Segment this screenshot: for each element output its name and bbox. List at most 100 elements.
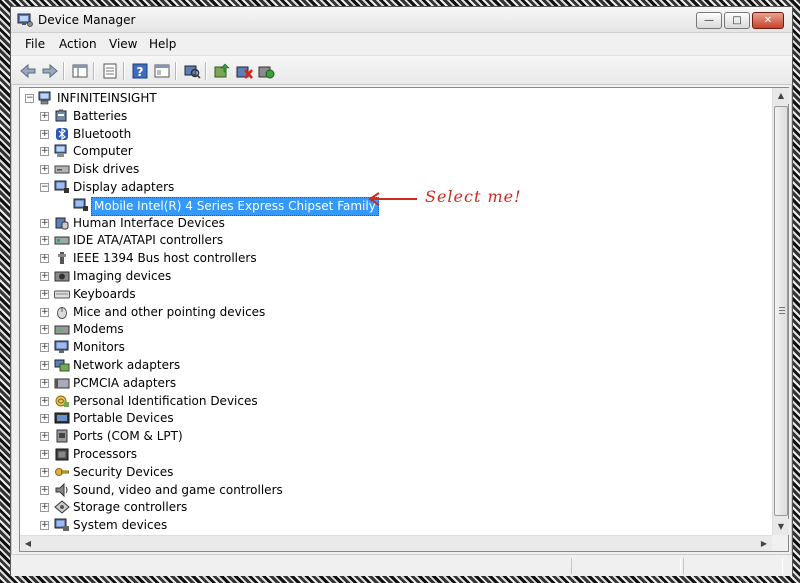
ide-controller-icon	[54, 236, 70, 245]
menu-file[interactable]: File	[25, 37, 45, 51]
tree-item-label: Batteries	[73, 109, 128, 123]
tree-item-label: Monitors	[73, 340, 125, 354]
tree-item-keyboards[interactable]: + Keyboards	[20, 286, 420, 303]
expand-icon[interactable]: +	[40, 219, 49, 228]
tree-item-processors[interactable]: + Processors	[20, 446, 420, 463]
speaker-icon	[55, 483, 68, 497]
expand-icon[interactable]: +	[40, 468, 49, 477]
expand-icon[interactable]: +	[40, 130, 49, 139]
tree-item-bluetooth[interactable]: + Bluetooth	[20, 126, 420, 143]
scroll-grip	[779, 307, 785, 314]
tree-item-network-adapters[interactable]: + Network adapters	[20, 357, 420, 374]
tree-item-label: Bluetooth	[73, 127, 132, 141]
expand-icon[interactable]: +	[40, 236, 49, 245]
modem-icon	[54, 325, 70, 335]
device-manager-window: Device Manager — □ ✕ File Action View He…	[10, 6, 793, 576]
tree-item-ports-com-lpt[interactable]: + Ports (COM & LPT)	[20, 428, 420, 445]
expand-icon[interactable]: +	[40, 503, 49, 512]
tree-item-label: Mice and other pointing devices	[73, 305, 266, 319]
expand-icon[interactable]: +	[40, 486, 49, 495]
scroll-up-icon[interactable]: ▲	[773, 88, 789, 104]
tree-item-display-adapters[interactable]: − Display adapters	[20, 179, 420, 196]
expand-icon[interactable]: +	[40, 432, 49, 441]
help-icon[interactable]: ?	[131, 62, 149, 80]
tree-root-label: INFINITEINSIGHT	[57, 91, 157, 105]
collapse-icon[interactable]: −	[25, 94, 34, 103]
expand-icon[interactable]: +	[40, 112, 49, 121]
tree-item-system-devices[interactable]: + System devices	[20, 517, 420, 534]
expand-icon[interactable]: +	[40, 147, 49, 156]
title-bar[interactable]: Device Manager — □ ✕	[11, 7, 792, 33]
menu-action[interactable]: Action	[59, 37, 97, 51]
tree-item-ide-ata-atapi-controllers[interactable]: + IDE ATA/ATAPI controllers	[20, 232, 420, 249]
tree-item-label: IEEE 1394 Bus host controllers	[73, 251, 257, 265]
expand-icon[interactable]: +	[40, 450, 49, 459]
expand-icon[interactable]: +	[40, 325, 49, 334]
tree-item-label: Security Devices	[73, 465, 174, 479]
tree-item-computer[interactable]: + Computer	[20, 143, 420, 160]
expand-icon[interactable]: +	[40, 414, 49, 423]
update-driver-icon[interactable]	[213, 62, 231, 80]
expand-icon[interactable]: +	[40, 379, 49, 388]
tree-item-modems[interactable]: + Modems	[20, 321, 420, 338]
view-icon[interactable]	[153, 62, 171, 80]
menu-help[interactable]: Help	[149, 37, 176, 51]
expand-icon[interactable]: +	[40, 290, 49, 299]
expand-icon[interactable]: +	[40, 343, 49, 352]
display-adapter-icon	[73, 198, 88, 211]
tree-item-label: Computer	[73, 144, 133, 158]
svg-text:?: ?	[137, 65, 144, 79]
expand-icon[interactable]: +	[40, 165, 49, 174]
network-adapter-icon	[54, 359, 70, 372]
expand-icon[interactable]: +	[40, 521, 49, 530]
computer-icon	[38, 91, 51, 105]
enable-device-icon[interactable]	[257, 62, 275, 80]
hid-icon	[55, 217, 69, 230]
horizontal-scrollbar[interactable]: ◀ ▶	[20, 535, 772, 551]
tree-item-monitors[interactable]: + Monitors	[20, 339, 420, 356]
properties-icon[interactable]	[101, 62, 119, 80]
show-hide-tree-icon[interactable]	[71, 62, 89, 80]
tree-item-ieee-1394-bus-host-controllers[interactable]: + IEEE 1394 Bus host controllers	[20, 250, 420, 267]
back-icon[interactable]	[19, 62, 37, 80]
display-adapter-icon	[54, 180, 69, 193]
device-tree[interactable]: − INFINITEINSIGHT + Batteries + Bluetooth + C…	[19, 87, 789, 552]
tree-item-label: Personal Identification Devices	[73, 394, 258, 408]
scroll-thumb[interactable]	[774, 106, 788, 516]
tree-item-personal-identification-devices[interactable]: + Personal Identification Devices	[20, 393, 420, 410]
tree-item-sound-video-and-game-controllers[interactable]: + Sound, video and game controllers	[20, 482, 420, 499]
expand-icon[interactable]: +	[40, 272, 49, 281]
tree-item-storage-controllers[interactable]: + Storage controllers	[20, 499, 420, 516]
tree-item-security-devices[interactable]: + Security Devices	[20, 464, 420, 481]
close-button[interactable]: ✕	[752, 12, 784, 29]
keyboard-icon	[54, 290, 70, 299]
tree-item-label: System devices	[73, 518, 168, 532]
toolbar-separator	[175, 62, 177, 80]
tree-item-disk-drives[interactable]: + Disk drives	[20, 161, 420, 178]
tree-item-pcmcia-adapters[interactable]: + PCMCIA adapters	[20, 375, 420, 392]
minimize-button[interactable]: —	[696, 12, 722, 29]
expand-icon[interactable]: +	[40, 361, 49, 370]
scroll-left-icon[interactable]: ◀	[20, 536, 36, 552]
expand-icon[interactable]: +	[40, 254, 49, 263]
maximize-button[interactable]: □	[724, 12, 750, 29]
collapse-icon[interactable]: −	[40, 183, 49, 192]
scroll-down-icon[interactable]: ▼	[773, 519, 789, 535]
scan-hardware-icon[interactable]	[183, 62, 201, 80]
expand-icon[interactable]: +	[40, 308, 49, 317]
menu-view[interactable]: View	[109, 37, 137, 51]
tree-item-batteries[interactable]: + Batteries	[20, 108, 420, 125]
uninstall-icon[interactable]	[235, 62, 253, 80]
tree-item-imaging-devices[interactable]: + Imaging devices	[20, 268, 420, 285]
tree-item-mice-and-other-pointing-devices[interactable]: + Mice and other pointing devices	[20, 304, 420, 321]
tree-item-label: IDE ATA/ATAPI controllers	[73, 233, 224, 247]
tree-item-label: Display adapters	[73, 180, 175, 194]
tree-item-human-interface-devices[interactable]: + Human Interface Devices	[20, 215, 420, 232]
tree-root[interactable]: − INFINITEINSIGHT	[20, 90, 320, 107]
tree-item-portable-devices[interactable]: + Portable Devices	[20, 410, 420, 427]
forward-icon[interactable]	[41, 62, 59, 80]
scroll-right-icon[interactable]: ▶	[756, 536, 772, 552]
expand-icon[interactable]: +	[40, 397, 49, 406]
annotation-text: Select me!	[425, 187, 522, 206]
vertical-scrollbar[interactable]: ▲ ▼	[772, 88, 789, 535]
